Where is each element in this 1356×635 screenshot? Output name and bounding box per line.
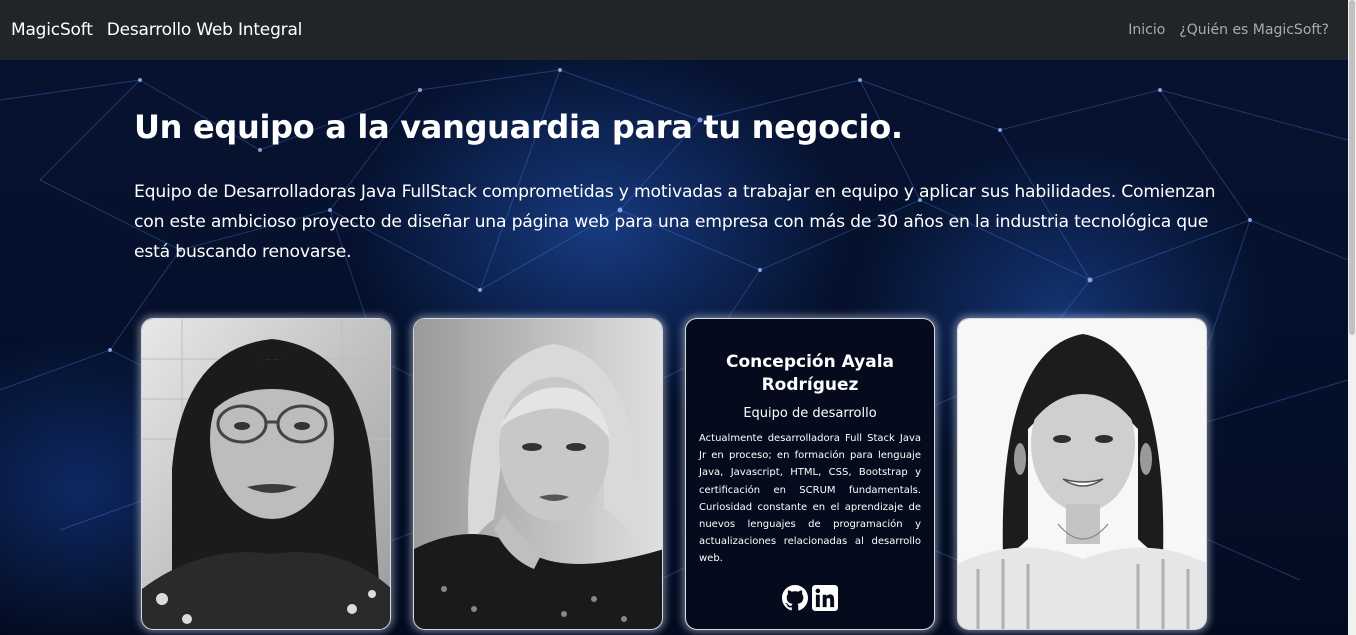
member-role: Equipo de desarrollo (743, 406, 877, 421)
hero-section: Un equipo a la vanguardia para tu negoci… (0, 60, 1348, 635)
team-card-photo-2[interactable] (413, 318, 663, 630)
member-description: Actualmente desarrolladora Full Stack Ja… (699, 433, 921, 565)
portrait-photo-2 (414, 319, 662, 629)
hero-description: Equipo de Desarrolladoras Java FullStack… (134, 182, 1216, 262)
brand-logo-text[interactable]: MagicSoft (11, 20, 93, 40)
scrollbar-thumb[interactable] (1349, 0, 1355, 335)
member-name: Concepción Ayala Rodríguez (725, 352, 895, 395)
hero-title: Un equipo a la vanguardia para tu negoci… (134, 108, 903, 146)
nav-link-quien-es[interactable]: ¿Quién es MagicSoft? (1179, 22, 1329, 38)
linkedin-icon[interactable] (812, 585, 838, 611)
page-scrollbar[interactable] (1348, 0, 1356, 635)
nav-links: Inicio ¿Quién es MagicSoft? (1114, 0, 1329, 60)
portrait-photo-1 (142, 319, 390, 629)
site-subtitle: Desarrollo Web Integral (106, 20, 303, 40)
social-icons (686, 585, 934, 611)
team-card-info: Concepción Ayala Rodríguez Equipo de des… (685, 318, 935, 630)
team-card-photo-4[interactable] (957, 318, 1207, 630)
github-icon[interactable] (782, 585, 808, 611)
portrait-photo-4 (958, 319, 1206, 629)
nav-link-inicio[interactable]: Inicio (1128, 22, 1165, 38)
team-card-photo-1[interactable] (141, 318, 391, 630)
top-navbar: MagicSoft Desarrollo Web Integral Inicio… (0, 0, 1348, 60)
